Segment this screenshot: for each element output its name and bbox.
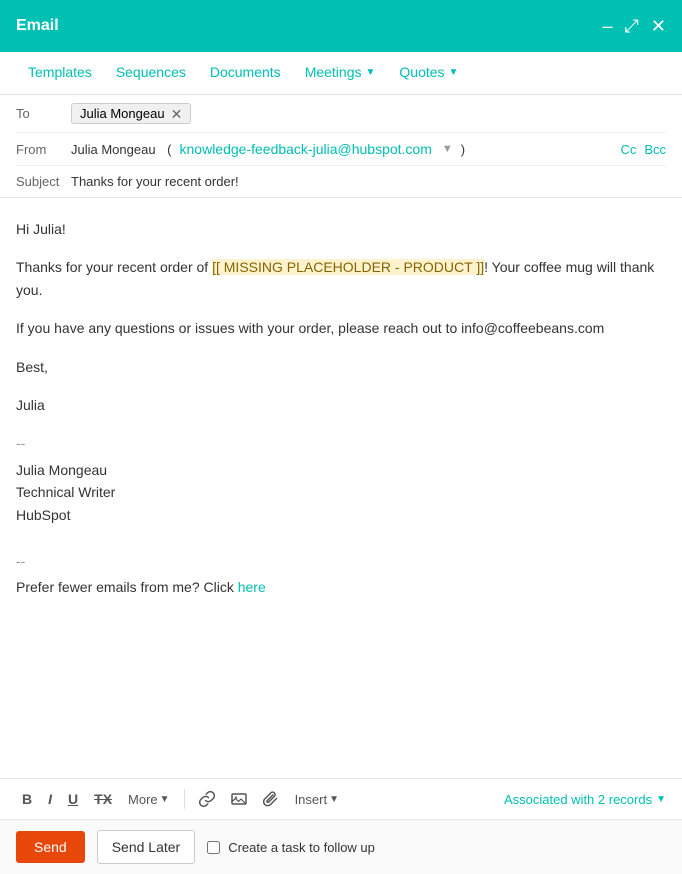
meetings-chevron-icon: ▼ [366, 67, 376, 78]
bold-button[interactable]: B [16, 787, 38, 811]
sig-sep: -- [16, 432, 666, 454]
from-actions: Cc Bcc [620, 142, 666, 157]
footer-sep: -- [16, 550, 666, 572]
tab-meetings[interactable]: Meetings ▼ [293, 52, 388, 94]
quotes-chevron-icon: ▼ [449, 67, 459, 78]
more-chevron-icon: ▼ [160, 794, 170, 805]
to-label: To [16, 106, 71, 121]
insert-chevron-icon: ▼ [329, 794, 339, 805]
from-email[interactable]: knowledge-feedback-julia@hubspot.com [180, 141, 432, 157]
modal-header-actions: – ⤢ ✕ [602, 17, 666, 35]
from-value: Julia Mongeau ( knowledge-feedback-julia… [71, 141, 620, 157]
email-body[interactable]: Hi Julia! Thanks for your recent order o… [0, 198, 682, 778]
to-chip: Julia Mongeau ✕ [71, 103, 191, 124]
insert-button[interactable]: Insert ▼ [289, 788, 345, 811]
signature-block: Julia Mongeau Technical Writer HubSpot [16, 459, 666, 526]
expand-icon[interactable]: ⤢ [625, 17, 639, 35]
email-modal: Email – ⤢ ✕ Templates Sequences Document… [0, 0, 682, 874]
signature-name: Julia [16, 394, 666, 416]
nav-tabs: Templates Sequences Documents Meetings ▼… [0, 52, 682, 95]
close-icon[interactable]: ✕ [651, 17, 666, 35]
from-label: From [16, 142, 71, 157]
sig-line2: Technical Writer [16, 481, 666, 503]
from-row: From Julia Mongeau ( knowledge-feedback-… [16, 133, 666, 166]
link-button[interactable] [193, 787, 221, 811]
toolbar-separator [184, 789, 185, 809]
greeting: Hi Julia! [16, 218, 666, 240]
toolbar: B I U TX More ▼ Insert [0, 778, 682, 819]
subject-row: Subject Thanks for your recent order! [16, 166, 666, 197]
remove-recipient-icon[interactable]: ✕ [171, 107, 183, 121]
email-footer: Send Send Later Create a task to follow … [0, 819, 682, 874]
to-recipient-name: Julia Mongeau [80, 106, 165, 121]
tab-quotes[interactable]: Quotes ▼ [387, 52, 470, 94]
footer-link[interactable]: here [238, 579, 266, 595]
modal-title: Email [16, 17, 59, 35]
tab-templates[interactable]: Templates [16, 52, 104, 94]
sig-line1: Julia Mongeau [16, 459, 666, 481]
subject-value: Thanks for your recent order! [71, 174, 666, 189]
placeholder-product: [[ MISSING PLACEHOLDER - PRODUCT ]] [212, 259, 484, 275]
bcc-toggle[interactable]: Bcc [644, 142, 666, 157]
italic-button[interactable]: I [42, 787, 58, 811]
associated-records-button[interactable]: Associated with 2 records ▼ [504, 792, 666, 807]
send-button[interactable]: Send [16, 831, 85, 863]
toolbar-right: Associated with 2 records ▼ [504, 792, 666, 807]
minimize-icon[interactable]: – [602, 17, 612, 35]
followup-label: Create a task to follow up [228, 840, 375, 855]
associated-chevron-icon: ▼ [656, 794, 666, 805]
underline-button[interactable]: U [62, 787, 84, 811]
cc-toggle[interactable]: Cc [620, 142, 636, 157]
from-name: Julia Mongeau [71, 142, 156, 157]
tab-sequences[interactable]: Sequences [104, 52, 198, 94]
subject-text[interactable]: Thanks for your recent order! [71, 174, 239, 189]
send-later-button[interactable]: Send Later [97, 830, 196, 864]
attachment-button[interactable] [257, 787, 285, 811]
closing: Best, [16, 356, 666, 378]
modal-header: Email – ⤢ ✕ [0, 0, 682, 52]
body-line2: If you have any questions or issues with… [16, 317, 666, 339]
to-row: To Julia Mongeau ✕ [16, 95, 666, 133]
followup-checkbox-row[interactable]: Create a task to follow up [207, 840, 375, 855]
image-button[interactable] [225, 787, 253, 811]
more-button[interactable]: More ▼ [122, 788, 176, 811]
to-value: Julia Mongeau ✕ [71, 103, 666, 124]
subject-label: Subject [16, 174, 71, 189]
footer-text: Prefer fewer emails from me? Click here [16, 576, 666, 598]
from-dropdown-icon[interactable]: ▼ [442, 143, 453, 155]
body-line1: Thanks for your recent order of [[ MISSI… [16, 256, 666, 301]
strikethrough-button[interactable]: TX [88, 787, 118, 811]
tab-documents[interactable]: Documents [198, 52, 293, 94]
email-fields: To Julia Mongeau ✕ From Julia Mongeau ( … [0, 95, 682, 198]
followup-checkbox[interactable] [207, 841, 220, 854]
sig-line3: HubSpot [16, 504, 666, 526]
